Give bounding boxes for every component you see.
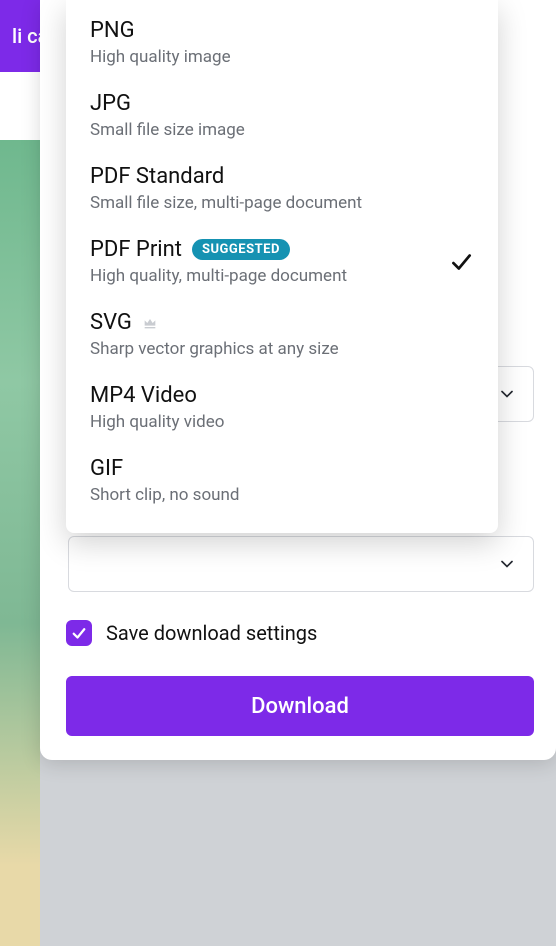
file-type-dropdown: PNG High quality image JPG Small file size … [66,0,498,533]
check-icon [448,249,474,275]
file-type-desc: Small file size image [90,120,245,140]
save-settings-checkbox[interactable] [66,620,92,646]
option-select-2[interactable] [68,536,534,592]
save-settings-row[interactable]: Save download settings [66,620,534,646]
canvas-preview [0,140,40,946]
file-type-name: SVG [90,310,132,335]
file-type-option[interactable]: PDF Print SUGGESTED High quality, multi-pa… [66,227,498,300]
check-icon [70,624,88,642]
download-button-label: Download [251,694,349,719]
file-type-desc: Sharp vector graphics at any size [90,339,339,359]
file-type-name: PNG [90,18,135,43]
file-type-name: JPG [90,91,131,116]
file-type-option[interactable]: SVG Sharp vector graphics at any size [66,300,498,373]
file-type-name: PDF Print [90,237,182,262]
suggested-badge: SUGGESTED [192,239,290,260]
file-type-desc: High quality image [90,47,231,67]
crown-icon [142,315,158,331]
file-type-name: GIF [90,456,123,481]
file-type-desc: High quality, multi-page document [90,266,347,286]
chevron-down-icon [497,384,517,404]
file-type-name: MP4 Video [90,383,197,408]
file-type-option[interactable]: MP4 Video High quality video [66,373,498,446]
download-button[interactable]: Download [66,676,534,736]
file-type-desc: Short clip, no sound [90,485,240,505]
file-type-option[interactable]: PNG High quality image [66,8,498,81]
file-type-name: PDF Standard [90,164,224,189]
save-settings-label: Save download settings [106,621,317,645]
file-type-desc: High quality video [90,412,224,432]
file-type-option[interactable]: JPG Small file size image [66,81,498,154]
file-type-option[interactable]: PDF Standard Small file size, multi-page … [66,154,498,227]
chevron-down-icon [497,554,517,574]
file-type-option[interactable]: GIF Short clip, no sound [66,446,498,519]
file-type-desc: Small file size, multi-page document [90,193,362,213]
